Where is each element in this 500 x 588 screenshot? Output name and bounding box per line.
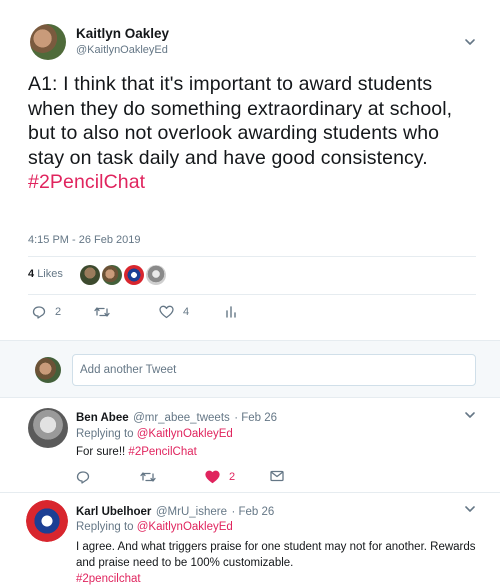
tweet-body: A1: I think that it's important to award… bbox=[28, 73, 453, 169]
liker-avatar[interactable] bbox=[102, 265, 122, 285]
replying-to-handle[interactable]: @KaitlynOakleyEd bbox=[137, 428, 233, 440]
likes-summary[interactable]: 4 Likes bbox=[28, 268, 63, 280]
reply-icon bbox=[76, 471, 90, 484]
divider bbox=[28, 256, 476, 257]
likes-label: Likes bbox=[37, 268, 63, 280]
reply-date[interactable]: · Feb 26 bbox=[231, 506, 274, 518]
reply-text: I agree. And what triggers praise for on… bbox=[76, 539, 486, 587]
retweet-button[interactable] bbox=[94, 305, 110, 319]
reply-button[interactable] bbox=[76, 470, 90, 484]
compose-placeholder: Add another Tweet bbox=[80, 364, 177, 376]
analytics-button[interactable] bbox=[225, 305, 237, 319]
retweet-icon bbox=[140, 472, 156, 482]
reply-hashtag[interactable]: #2pencilchat bbox=[76, 573, 141, 585]
compose-input[interactable]: Add another Tweet bbox=[72, 354, 476, 386]
reply-button[interactable]: 2 bbox=[32, 305, 61, 319]
own-avatar[interactable] bbox=[35, 357, 61, 383]
retweet-button[interactable] bbox=[140, 470, 156, 484]
tweet-hashtag[interactable]: #2PencilChat bbox=[28, 171, 145, 193]
chevron-down-icon[interactable] bbox=[463, 408, 477, 422]
stats-icon bbox=[226, 306, 236, 318]
reply-icon bbox=[32, 306, 46, 319]
chevron-down-icon[interactable] bbox=[463, 35, 477, 49]
replying-to-line: Replying to @KaitlynOakleyEd bbox=[76, 428, 233, 440]
divider bbox=[28, 294, 476, 295]
like-button[interactable]: 2 bbox=[205, 470, 235, 484]
author-avatar[interactable] bbox=[30, 24, 66, 60]
like-button[interactable]: 4 bbox=[159, 305, 189, 319]
reply-author-name[interactable]: Ben Abee bbox=[76, 412, 129, 424]
replying-to-handle[interactable]: @KaitlynOakleyEd bbox=[137, 521, 233, 533]
author-handle[interactable]: @KaitlynOakleyEd bbox=[76, 44, 168, 56]
replying-to-line: Replying to @KaitlynOakleyEd bbox=[76, 521, 233, 533]
reply-header: Ben Abee @mr_abee_tweets · Feb 26 bbox=[76, 408, 277, 426]
direct-message-button[interactable] bbox=[270, 470, 284, 482]
chevron-down-icon[interactable] bbox=[463, 502, 477, 516]
likes-count: 4 bbox=[28, 268, 35, 280]
reply-author-handle[interactable]: @mr_abee_tweets bbox=[133, 412, 230, 424]
reply-header: Karl Ubelhoer @MrU_ishere · Feb 26 bbox=[76, 502, 274, 520]
like-count: 4 bbox=[183, 306, 190, 318]
reply-count: 2 bbox=[55, 306, 62, 318]
liker-avatars bbox=[80, 265, 166, 285]
replying-to-label: Replying to bbox=[76, 521, 134, 533]
tweet-text: A1: I think that it's important to award… bbox=[28, 72, 468, 195]
liker-avatar[interactable] bbox=[124, 265, 144, 285]
tweet-timestamp[interactable]: 4:15 PM - 26 Feb 2019 bbox=[28, 234, 141, 246]
retweet-icon bbox=[94, 307, 110, 317]
reply-body: I agree. And what triggers praise for on… bbox=[76, 541, 476, 569]
reply-hashtag[interactable]: #2PencilChat bbox=[128, 446, 196, 458]
liker-avatar[interactable] bbox=[146, 265, 166, 285]
reply-date[interactable]: · Feb 26 bbox=[234, 412, 277, 424]
replying-to-label: Replying to bbox=[76, 428, 134, 440]
liker-avatar[interactable] bbox=[80, 265, 100, 285]
reply-like-count: 2 bbox=[229, 471, 236, 483]
author-name[interactable]: Kaitlyn Oakley bbox=[76, 26, 169, 41]
reply-avatar[interactable] bbox=[28, 408, 68, 448]
divider bbox=[0, 492, 500, 493]
heart-icon bbox=[205, 470, 220, 484]
reply-body: For sure!! bbox=[76, 446, 126, 458]
reply-text: For sure!! #2PencilChat bbox=[76, 446, 197, 458]
reply-avatar[interactable] bbox=[26, 500, 68, 542]
reply-author-handle[interactable]: @MrU_ishere bbox=[156, 506, 227, 518]
reply-author-name[interactable]: Karl Ubelhoer bbox=[76, 506, 151, 518]
message-icon bbox=[270, 470, 284, 482]
heart-icon bbox=[159, 305, 174, 319]
